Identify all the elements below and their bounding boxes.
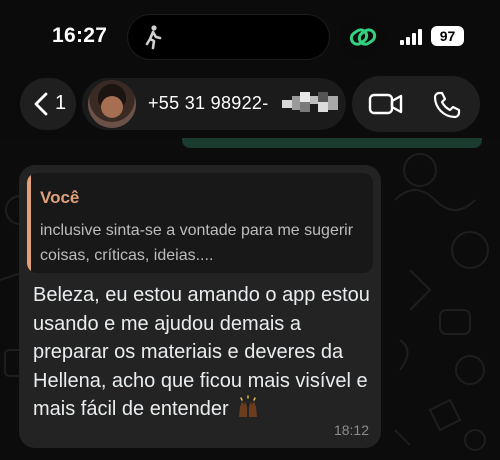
message-timestamp: 18:12 bbox=[333, 422, 369, 438]
call-actions bbox=[352, 76, 480, 132]
battery-level: 97 bbox=[439, 28, 456, 44]
contact-info-button[interactable]: +55 31 98922- bbox=[82, 78, 346, 130]
phone-icon[interactable] bbox=[432, 90, 462, 120]
status-time: 16:27 bbox=[52, 24, 108, 47]
message-text-block: Beleza, eu estou amando o app estou usan… bbox=[33, 281, 378, 424]
back-button[interactable]: 1 bbox=[20, 78, 76, 130]
quote-author: Você bbox=[40, 188, 80, 207]
link-rings-icon bbox=[349, 28, 377, 46]
video-camera-icon[interactable] bbox=[368, 90, 404, 118]
contact-number: +55 31 98922- bbox=[148, 93, 269, 113]
avatar[interactable] bbox=[88, 80, 136, 128]
signal-bars-icon bbox=[400, 29, 422, 45]
quote-accent-bar bbox=[27, 173, 31, 273]
dynamic-island bbox=[127, 14, 330, 60]
chevron-left-icon bbox=[34, 92, 48, 116]
raising-hands-icon bbox=[239, 395, 258, 417]
quote-text: inclusive sinta-se a vontade para me sug… bbox=[40, 222, 354, 264]
quoted-message[interactable]: Você inclusive sinta-se a vontade para m… bbox=[27, 173, 373, 273]
incoming-message-bubble[interactable]: Você inclusive sinta-se a vontade para m… bbox=[19, 165, 381, 448]
status-bar: 16:27 97 bbox=[0, 0, 500, 70]
battery-icon: 97 bbox=[431, 26, 464, 46]
walking-person-icon bbox=[145, 25, 162, 50]
redacted-mosaic bbox=[282, 92, 338, 112]
link-activity-pill bbox=[340, 14, 386, 60]
message-text: Beleza, eu estou amando o app estou usan… bbox=[33, 284, 370, 420]
unread-count: 1 bbox=[55, 92, 67, 114]
previous-outgoing-bubble bbox=[182, 138, 482, 148]
